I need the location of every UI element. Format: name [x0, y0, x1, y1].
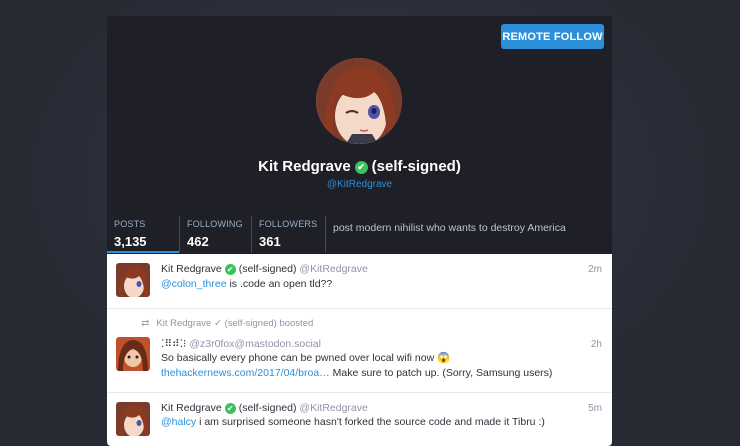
boost-icon: ⇄ [141, 318, 150, 329]
stat-following-value: 462 [187, 234, 209, 249]
stat-posts-value: 3,135 [114, 234, 147, 249]
avatar-image [116, 263, 150, 297]
stat-posts-label: POSTS [114, 219, 146, 229]
status-author-acct[interactable]: @KitRedgrave [299, 263, 367, 275]
status-content: So basically every phone can be pwned ov… [161, 351, 552, 381]
avatar-image [316, 58, 402, 144]
verified-check-icon: ✔ [224, 403, 236, 414]
verified-check-icon: ✔ [224, 264, 236, 275]
profile-card: REMOTE FOLLOW Kit Redgrave ✔ (self-signed)… [107, 16, 612, 446]
stat-followers-label: FOLLOWERS [259, 219, 318, 229]
stat-posts[interactable]: POSTS 3,135 [107, 216, 179, 253]
status-author-suffix: (self-signed) [238, 402, 297, 414]
remote-follow-button[interactable]: REMOTE FOLLOW [501, 24, 604, 49]
status-content: @halcy i am surprised someone hasn't for… [161, 415, 545, 430]
stat-divider [179, 216, 180, 253]
status-header: ⁚⠿⠾⁚⁝ @z3r0fox@mastodon.social [161, 338, 321, 350]
status-author-name[interactable]: Kit Redgrave [161, 263, 222, 275]
verified-check-icon: ✔ [354, 161, 368, 174]
active-tab-indicator [107, 251, 179, 253]
stat-followers[interactable]: FOLLOWERS 361 [259, 216, 325, 253]
status-text-continued: Make sure to patch up. (Sorry, Samsung u… [329, 367, 553, 379]
profile-handle[interactable]: @KitRedgrave [107, 179, 612, 190]
status-content: @colon_three is .code an open tld?? [161, 277, 332, 292]
status-text: So basically every phone can be pwned ov… [161, 352, 451, 364]
stat-following-label: FOLLOWING [187, 219, 243, 229]
status-item[interactable]: Kit Redgrave ✔ (self-signed) @KitRedgrave … [107, 393, 612, 446]
avatar-image [116, 337, 150, 371]
profile-display-name: Kit Redgrave ✔ (self-signed) [107, 158, 612, 175]
avatar-image [116, 402, 150, 436]
status-time[interactable]: 2h [591, 339, 602, 350]
status-time[interactable]: 5m [588, 403, 602, 414]
status-header: Kit Redgrave ✔ (self-signed) @KitRedgrave [161, 263, 368, 275]
profile-bio: post modern nihilist who wants to destro… [333, 222, 566, 234]
status-time[interactable]: 2m [588, 264, 602, 275]
status-item[interactable]: Kit Redgrave ✔ (self-signed) @KitRedgrave … [107, 254, 612, 309]
display-name-text: Kit Redgrave [258, 158, 351, 175]
boosted-by-line: ⇄ Kit Redgrave ✓ (self-signed) boosted [141, 318, 313, 329]
status-author-name[interactable]: Kit Redgrave [161, 402, 222, 414]
status-text: is .code an open tld?? [226, 278, 333, 290]
status-author-name[interactable]: ⁚⠿⠾⁚⁝ [161, 338, 186, 350]
status-author-acct[interactable]: @KitRedgrave [299, 402, 367, 414]
status-header: Kit Redgrave ✔ (self-signed) @KitRedgrave [161, 402, 368, 414]
profile-avatar[interactable] [316, 58, 402, 144]
status-item[interactable]: ⇄ Kit Redgrave ✓ (self-signed) boosted ⁚⠿… [107, 309, 612, 393]
status-author-suffix: (self-signed) [238, 263, 297, 275]
status-text: i am surprised someone hasn't forked the… [196, 416, 545, 428]
stat-divider [325, 216, 326, 253]
status-mention[interactable]: @colon_three [161, 278, 227, 290]
status-link[interactable]: thehackernews.com/2017/04/broa… [161, 367, 330, 379]
stat-followers-value: 361 [259, 234, 281, 249]
display-name-suffix: (self-signed) [371, 158, 461, 175]
stat-divider [251, 216, 252, 253]
stat-following[interactable]: FOLLOWING 462 [187, 216, 249, 253]
status-avatar[interactable] [116, 337, 150, 371]
status-avatar[interactable] [116, 402, 150, 436]
status-author-acct[interactable]: @z3r0fox@mastodon.social [189, 338, 321, 350]
status-timeline: Kit Redgrave ✔ (self-signed) @KitRedgrave … [107, 254, 612, 446]
status-avatar[interactable] [116, 263, 150, 297]
status-mention[interactable]: @halcy [161, 416, 196, 428]
boosted-by-text[interactable]: Kit Redgrave ✓ (self-signed) boosted [156, 318, 313, 329]
